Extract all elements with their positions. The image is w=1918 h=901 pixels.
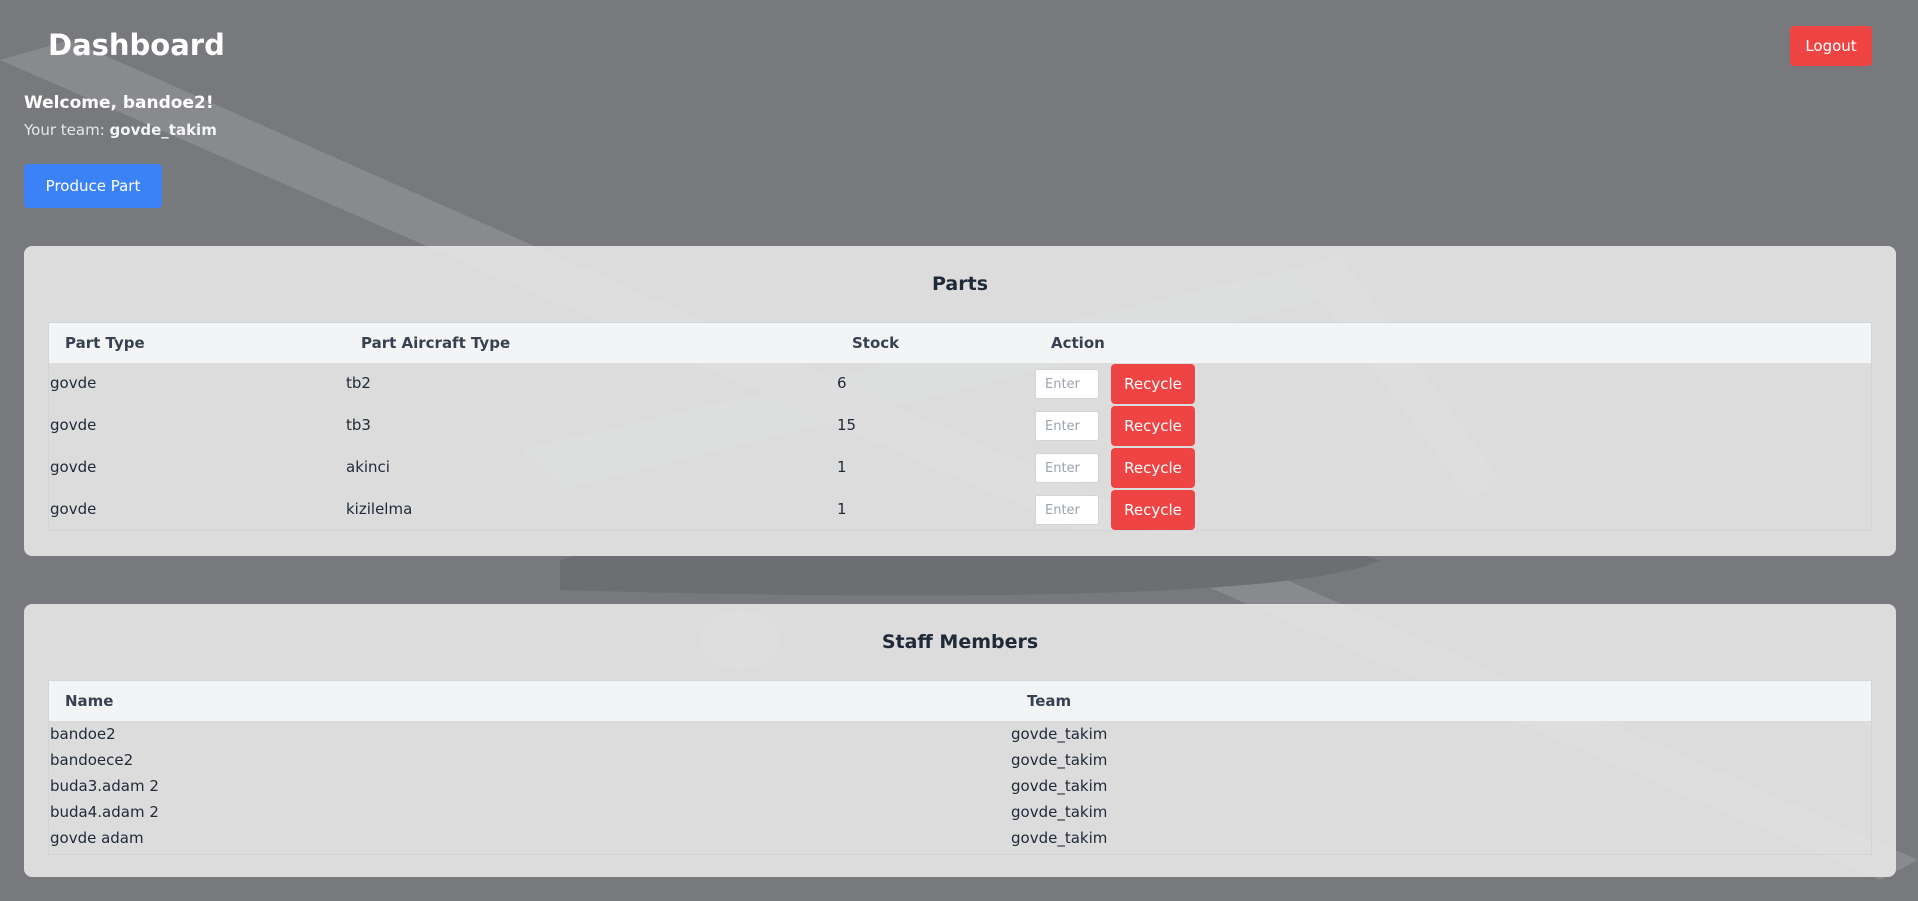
- recycle-amount-input[interactable]: [1035, 369, 1099, 399]
- stock-cell: 1: [837, 458, 847, 476]
- top-bar: Dashboard Logout: [24, 0, 1894, 90]
- stock-cell: 6: [837, 374, 847, 392]
- stock-cell: 1: [837, 500, 847, 518]
- recycle-amount-input[interactable]: [1035, 495, 1099, 525]
- staff-name-cell: bandoe2: [50, 725, 116, 743]
- staff-team-cell: govde_takim: [1011, 751, 1108, 769]
- staff-team-cell: govde_takim: [1011, 803, 1108, 821]
- staff-team-cell: govde_takim: [1011, 725, 1108, 743]
- table-row: govde tb2 6 Recycle: [49, 363, 1871, 405]
- team-info: Your team: govde_takim: [24, 121, 217, 139]
- staff-name-cell: bandoece2: [50, 751, 134, 769]
- column-header-team: Team: [1027, 692, 1072, 710]
- parts-table-header: Part Type Part Aircraft Type Stock Actio…: [49, 323, 1871, 363]
- table-row: bandoece2 govde_takim: [49, 747, 1871, 773]
- parts-card: Parts Part Type Part Aircraft Type Stock…: [24, 246, 1896, 556]
- part-type-cell: govde: [50, 416, 97, 434]
- logout-button[interactable]: Logout: [1790, 26, 1872, 66]
- table-row: govde akinci 1 Recycle: [49, 447, 1871, 489]
- stock-cell: 15: [837, 416, 857, 434]
- parts-title: Parts: [932, 273, 988, 295]
- part-type-cell: govde: [50, 374, 97, 392]
- table-row: govde kizilelma 1 Recycle: [49, 489, 1871, 531]
- table-row: govde adam govde_takim: [49, 825, 1871, 851]
- page-title: Dashboard: [48, 28, 225, 62]
- aircraft-type-cell: kizilelma: [346, 500, 413, 518]
- staff-team-cell: govde_takim: [1011, 777, 1108, 795]
- team-label: Your team:: [24, 121, 105, 139]
- recycle-amount-input[interactable]: [1035, 411, 1099, 441]
- recycle-amount-input[interactable]: [1035, 453, 1099, 483]
- column-header-part-type: Part Type: [65, 334, 145, 352]
- welcome-message: Welcome, bandoe2!: [24, 93, 214, 113]
- table-row: bandoe2 govde_takim: [49, 721, 1871, 747]
- column-header-stock: Stock: [852, 334, 900, 352]
- staff-table-header: Name Team: [49, 681, 1871, 721]
- aircraft-type-cell: akinci: [346, 458, 390, 476]
- staff-team-cell: govde_takim: [1011, 829, 1108, 847]
- aircraft-type-cell: tb3: [346, 416, 371, 434]
- table-row: govde tb3 15 Recycle: [49, 405, 1871, 447]
- produce-part-button[interactable]: Produce Part: [24, 164, 162, 208]
- column-header-action: Action: [1051, 334, 1105, 352]
- staff-card: Staff Members Name Team bandoe2 govde_ta…: [24, 604, 1896, 877]
- column-header-name: Name: [65, 692, 114, 710]
- staff-name-cell: buda3.adam 2: [50, 777, 159, 795]
- staff-name-cell: buda4.adam 2: [50, 803, 159, 821]
- team-name: govde_takim: [109, 121, 217, 139]
- parts-table: Part Type Part Aircraft Type Stock Actio…: [48, 322, 1872, 531]
- recycle-button[interactable]: Recycle: [1111, 490, 1195, 530]
- column-header-aircraft-type: Part Aircraft Type: [361, 334, 511, 352]
- staff-name-cell: govde adam: [50, 829, 144, 847]
- staff-title: Staff Members: [881, 631, 1039, 653]
- table-row: buda3.adam 2 govde_takim: [49, 773, 1871, 799]
- aircraft-type-cell: tb2: [346, 374, 371, 392]
- part-type-cell: govde: [50, 500, 97, 518]
- recycle-button[interactable]: Recycle: [1111, 364, 1195, 404]
- recycle-button[interactable]: Recycle: [1111, 448, 1195, 488]
- recycle-button[interactable]: Recycle: [1111, 406, 1195, 446]
- table-row: buda4.adam 2 govde_takim: [49, 799, 1871, 825]
- staff-table: Name Team bandoe2 govde_takim bandoece2 …: [48, 680, 1872, 855]
- part-type-cell: govde: [50, 458, 97, 476]
